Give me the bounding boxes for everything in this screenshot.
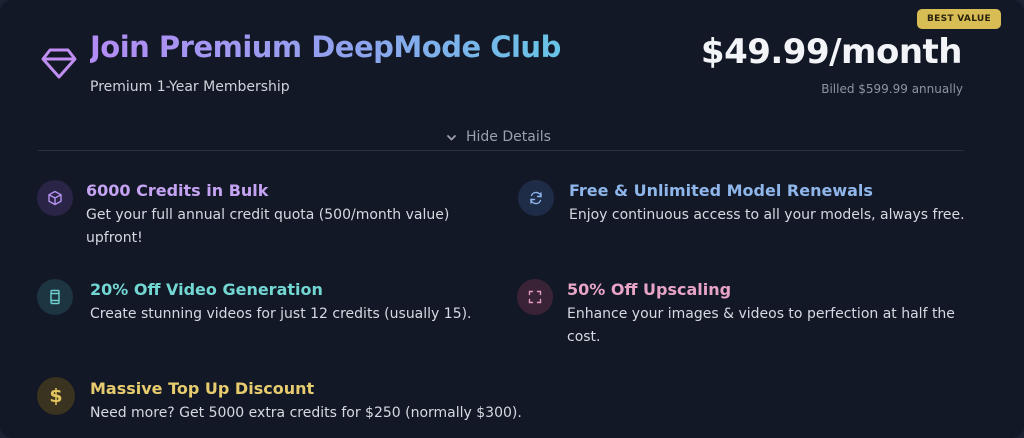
feature-description: Need more? Get 5000 extra credits for $2… — [90, 405, 522, 421]
feature-title: 50% Off Upscaling — [567, 280, 732, 299]
premium-plan-card: BEST VALUE Join Premium DeepMode Club Pr… — [0, 0, 1024, 438]
feature-description: Get your full annual credit quota (500/m… — [86, 207, 450, 246]
feature-description: Create stunning videos for just 12 credi… — [90, 306, 472, 322]
divider — [38, 150, 964, 151]
diamond-icon — [41, 48, 77, 79]
best-value-badge: BEST VALUE — [917, 9, 1001, 29]
plan-price: $49.99/month — [700, 32, 963, 72]
feature-title: 20% Off Video Generation — [90, 280, 323, 299]
feature-description: Enhance your images & videos to perfecti… — [567, 306, 955, 345]
film-icon — [37, 279, 73, 315]
chevron-down-icon — [447, 134, 456, 140]
billing-note: Billed $599.99 annually — [821, 82, 963, 96]
feature-title: Free & Unlimited Model Renewals — [569, 181, 873, 200]
expand-icon — [517, 279, 553, 315]
dollar-icon: $ — [37, 377, 75, 415]
feature-description: Enjoy continuous access to all your mode… — [569, 207, 965, 223]
dollar-glyph: $ — [49, 385, 63, 407]
plan-title: Join Premium DeepMode Club — [90, 30, 561, 64]
feature-title: 6000 Credits in Bulk — [86, 181, 269, 200]
refresh-icon — [518, 180, 554, 216]
cube-icon — [37, 180, 73, 216]
hide-details-toggle[interactable]: Hide Details — [445, 129, 551, 145]
plan-subtitle: Premium 1-Year Membership — [90, 79, 290, 95]
hide-details-label: Hide Details — [466, 129, 551, 145]
feature-title: Massive Top Up Discount — [90, 379, 315, 398]
